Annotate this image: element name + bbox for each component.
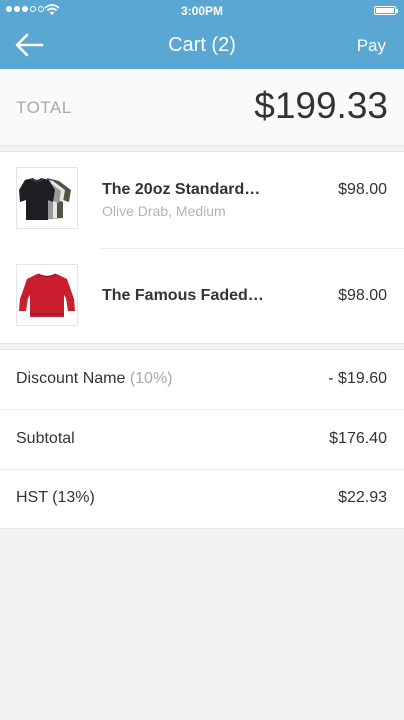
total-label: TOTAL [16,98,72,117]
product-image [16,264,78,326]
subtotal-row: Subtotal $176.40 [0,410,404,470]
cart-item[interactable]: The Famous Faded… $98.00 [0,249,404,343]
item-name: The 20oz Standard… [102,181,261,198]
cart-items-list: The 20oz Standard… Olive Drab, Medium $9… [0,151,404,344]
item-variant: Olive Drab, Medium [102,203,226,219]
status-time: 3:00PM [180,4,224,18]
order-summary: Discount Name (10%) - $19.60 Subtotal $1… [0,349,404,529]
battery-icon [374,6,398,15]
navigation-bar: Cart (2) Pay [0,22,404,69]
discount-row[interactable]: Discount Name (10%) - $19.60 [0,350,404,410]
discount-label: Discount Name (10%) [16,370,173,388]
tax-value: $22.93 [338,489,387,506]
discount-name: Discount Name [16,370,126,387]
total-amount: $199.33 [254,85,388,126]
sweatshirt-stack-image [19,178,71,220]
subtotal-label: Subtotal [16,430,75,447]
page-title: Cart (2) [168,34,236,56]
tax-label: HST (13%) [16,489,95,506]
discount-value: - $19.60 [328,370,387,387]
subtotal-value: $176.40 [329,430,387,447]
total-bar: TOTAL $199.33 [0,69,404,146]
item-price: $98.00 [338,181,387,198]
red-sweatshirt-image [19,273,75,317]
discount-percent: (10%) [129,370,173,387]
pay-button[interactable]: Pay [357,36,386,56]
product-image [16,167,78,229]
cart-item[interactable]: The 20oz Standard… Olive Drab, Medium $9… [0,152,404,249]
status-bar: 3:00PM [0,0,404,22]
tax-row: HST (13%) $22.93 [0,469,404,528]
item-name: The Famous Faded… [102,287,264,304]
item-price: $98.00 [338,287,387,304]
